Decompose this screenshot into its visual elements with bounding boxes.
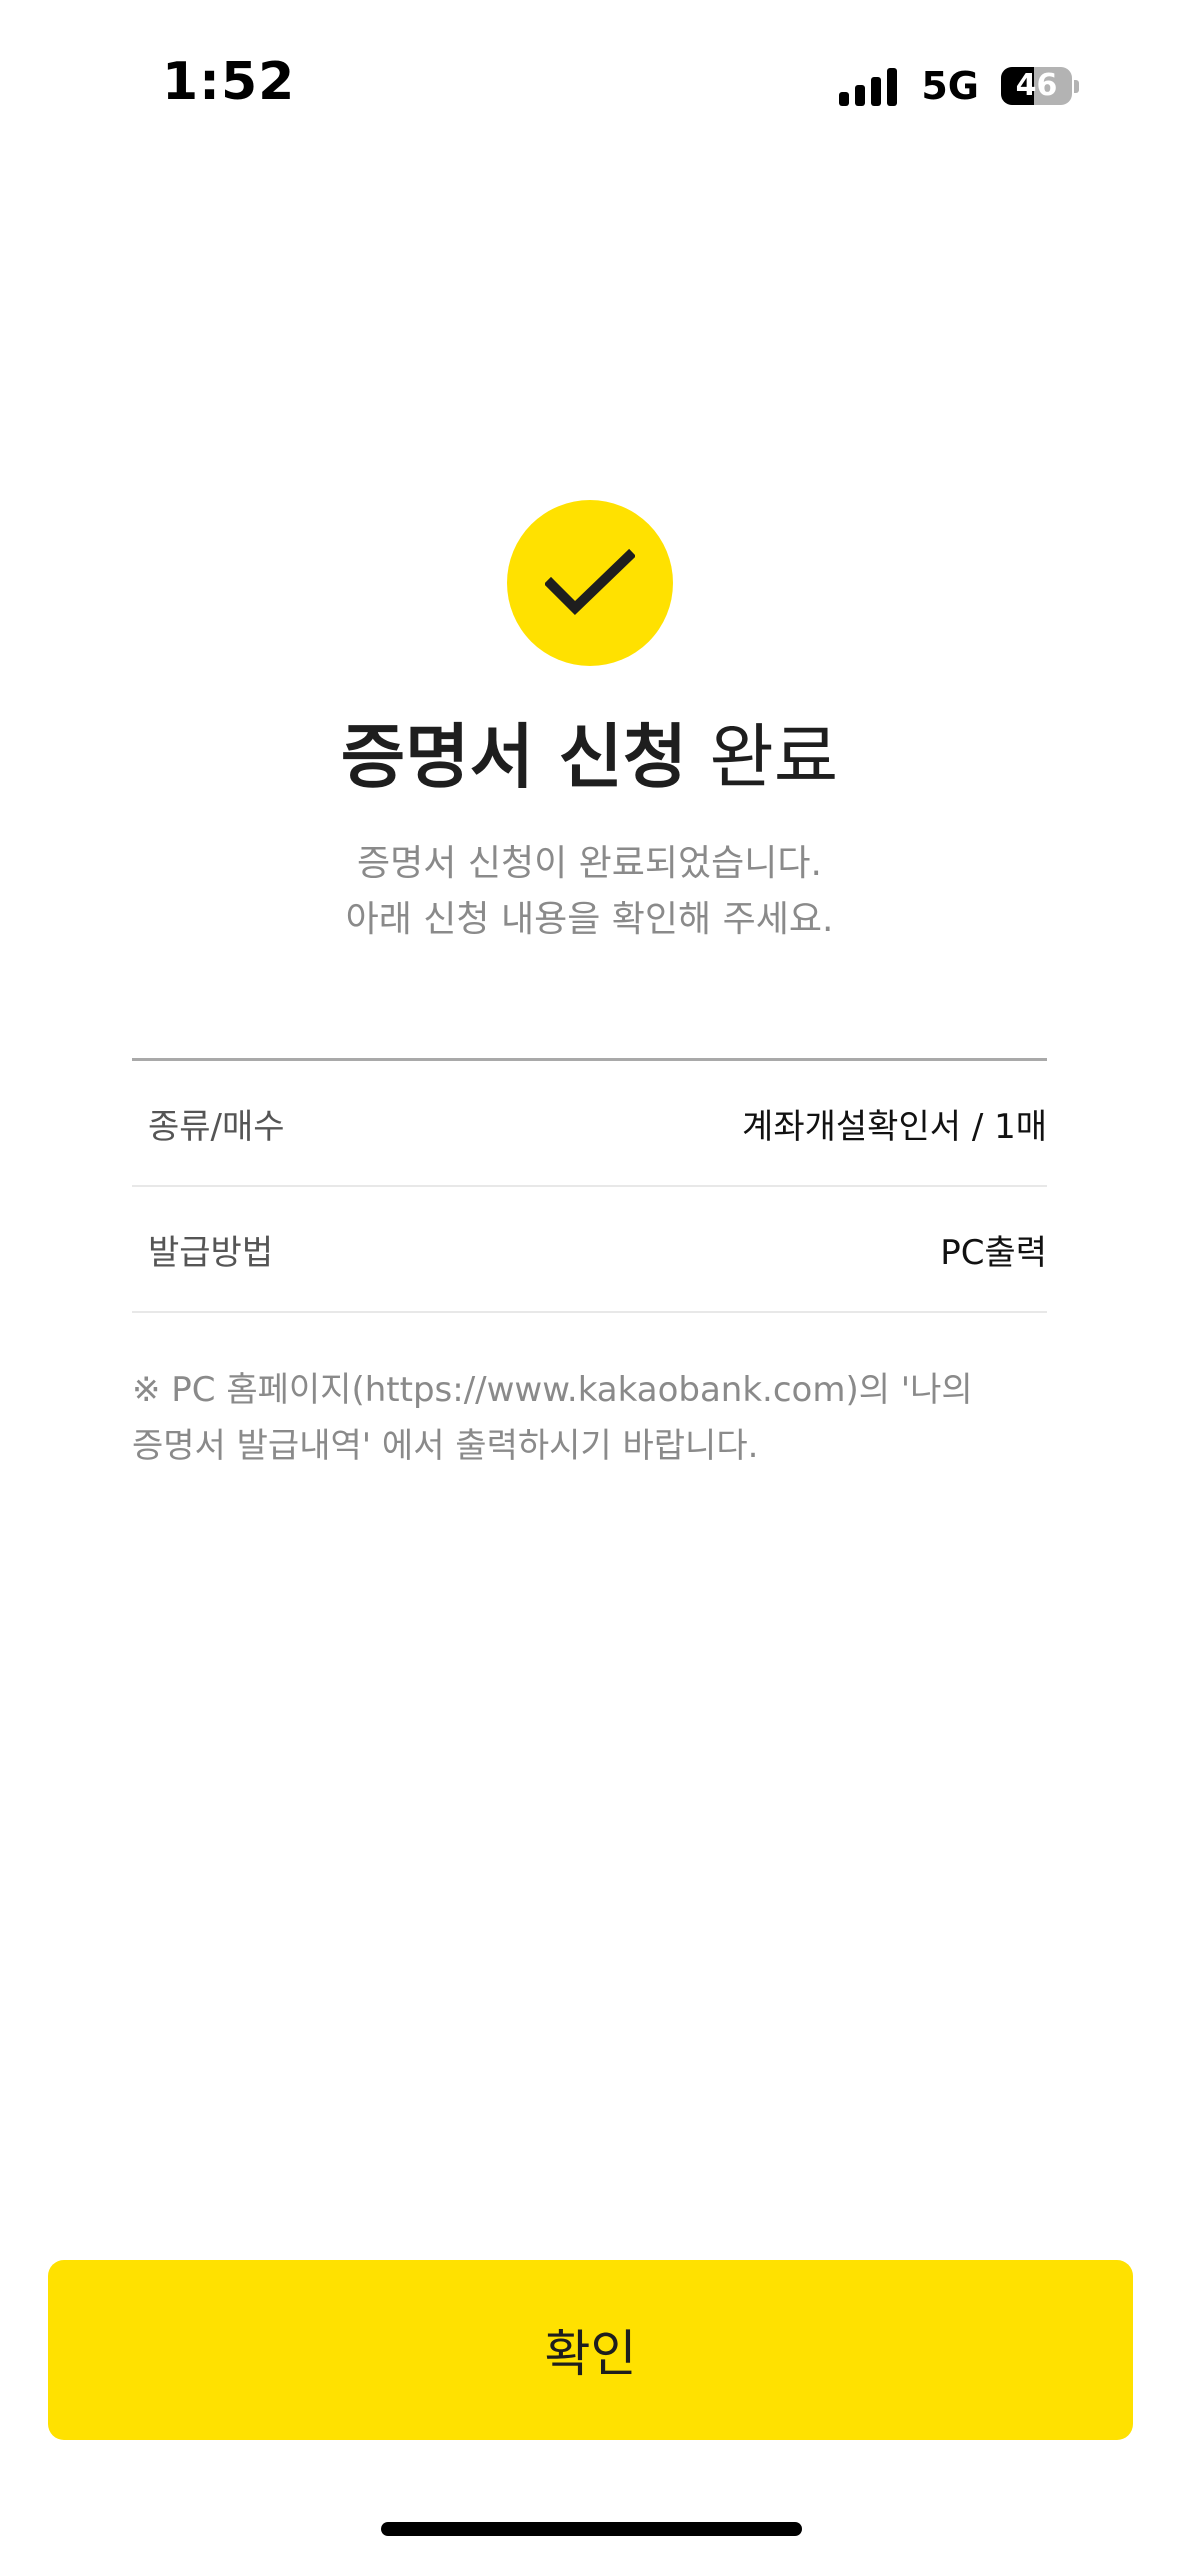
detail-row-issue-method: 발급방법 PC출력 [132,1187,1047,1313]
status-time: 1:52 [162,52,296,112]
page-title-bold: 증명서 신청 [340,716,688,798]
home-indicator[interactable] [381,2522,802,2536]
subtitle-line: 아래 신청 내용을 확인해 주세요. [345,899,834,940]
page-subtitle: 증명서 신청이 완료되었습니다. 아래 신청 내용을 확인해 주세요. [0,836,1179,948]
battery-level: 46 [1015,68,1058,103]
subtitle-line: 증명서 신청이 완료되었습니다. [357,843,822,884]
page-title-light: 완료 [709,716,839,798]
request-details: 종류/매수 계좌개설확인서 / 1매 발급방법 PC출력 [132,1058,1047,1313]
status-bar: 1:52 5G 46 [0,0,1179,150]
notice-line: 증명서 발급내역' 에서 출력하시기 바랍니다. [132,1426,759,1466]
cellular-signal-icon [839,66,898,106]
success-badge [507,500,673,666]
battery-icon: 46 [1001,66,1079,106]
detail-value: 계좌개설확인서 / 1매 [742,1106,1047,1147]
page-title: 증명서 신청 완료 [0,712,1179,802]
notice-line: ※ PC 홈페이지(https://www.kakaobank.com)의 '나… [132,1370,973,1410]
checkmark-icon [545,548,635,616]
notice-text: ※ PC 홈페이지(https://www.kakaobank.com)의 '나… [132,1362,1047,1474]
network-type: 5G [921,64,979,108]
status-indicators: 5G 46 [839,60,1079,112]
detail-label: 종류/매수 [148,1106,285,1147]
confirm-button[interactable]: 확인 [48,2260,1133,2440]
detail-value: PC출력 [940,1232,1047,1273]
detail-row-type-quantity: 종류/매수 계좌개설확인서 / 1매 [132,1061,1047,1187]
detail-label: 발급방법 [148,1232,274,1273]
